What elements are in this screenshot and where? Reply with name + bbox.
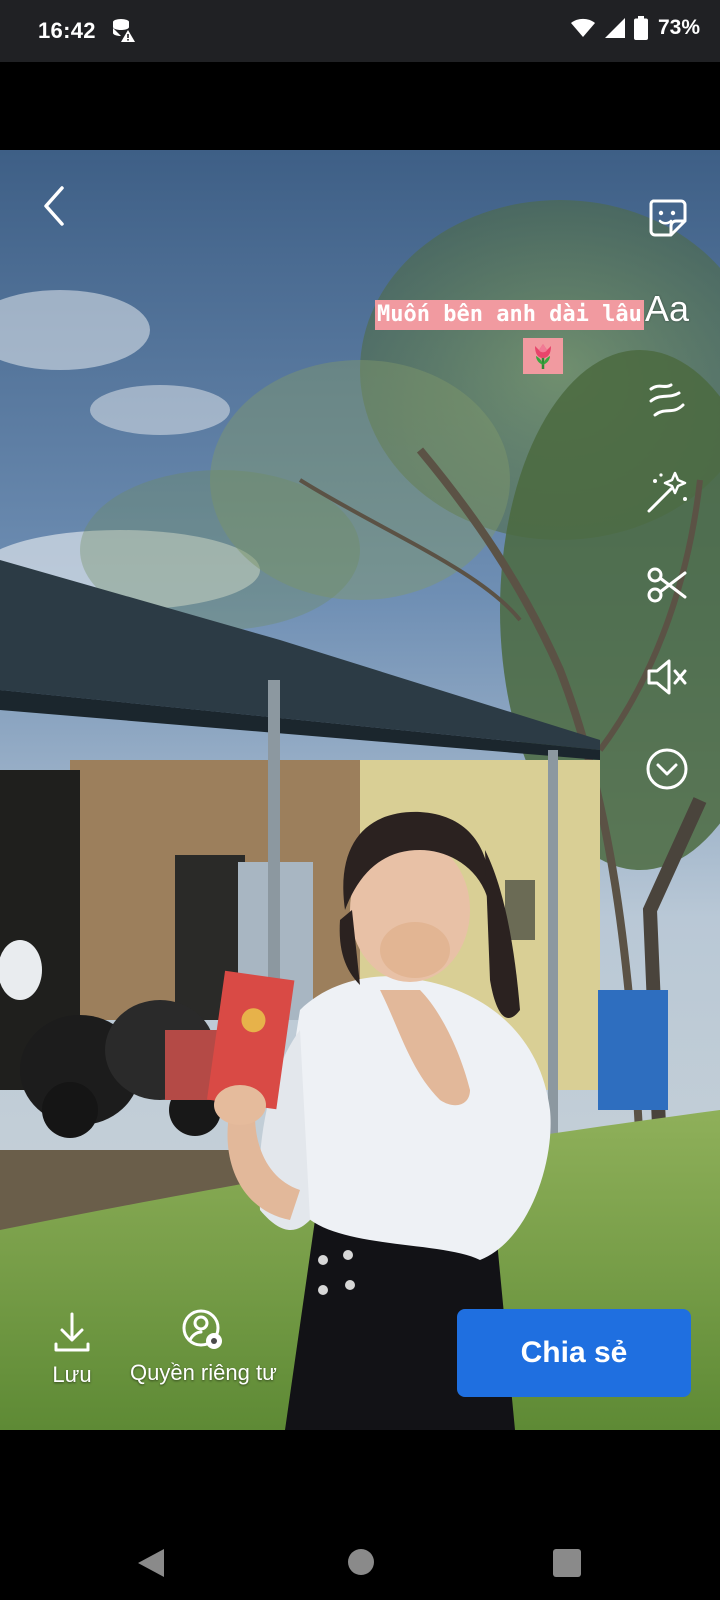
data-saver-warning-icon bbox=[113, 19, 135, 42]
magic-wand-icon bbox=[647, 471, 687, 513]
top-black-band bbox=[0, 62, 720, 150]
home-circle-icon[interactable] bbox=[347, 1548, 375, 1576]
save-button[interactable]: Lưu bbox=[52, 1310, 92, 1388]
battery-percent: 73% bbox=[657, 16, 700, 39]
status-right: 73% bbox=[570, 16, 700, 40]
save-label: Lưu bbox=[52, 1362, 92, 1387]
privacy-button[interactable]: Quyền riêng tư bbox=[130, 1308, 277, 1386]
back-triangle-icon[interactable] bbox=[136, 1547, 166, 1579]
effects-tool[interactable] bbox=[640, 374, 694, 428]
status-bar: 16:42 73% bbox=[0, 0, 720, 62]
more-chevron-icon bbox=[646, 748, 688, 790]
share-button[interactable]: Chia sẻ bbox=[457, 1309, 691, 1397]
sound-off-icon bbox=[647, 659, 687, 695]
wifi-icon bbox=[570, 18, 595, 37]
caption-text: Muốn bên anh dài lâu bbox=[375, 300, 644, 330]
download-icon bbox=[54, 1312, 90, 1352]
trim-tool[interactable] bbox=[640, 558, 694, 612]
privacy-label: Quyền riêng tư bbox=[130, 1360, 277, 1385]
photo-scene bbox=[0, 150, 720, 1430]
scissors-icon bbox=[647, 567, 687, 603]
privacy-settings-icon bbox=[182, 1309, 223, 1349]
caption-emoji bbox=[523, 338, 563, 374]
story-photo bbox=[0, 150, 720, 1430]
signal-icon bbox=[604, 18, 625, 38]
sound-tool[interactable] bbox=[640, 650, 694, 704]
effects-squiggle-icon bbox=[649, 383, 685, 417]
battery-icon bbox=[633, 16, 648, 40]
back-icon[interactable] bbox=[34, 182, 74, 230]
magic-tool[interactable] bbox=[640, 466, 694, 520]
tulip-icon bbox=[535, 344, 551, 369]
more-tool[interactable] bbox=[640, 742, 694, 796]
text-tool-label: Aa bbox=[644, 288, 690, 329]
status-time: 16:42 bbox=[38, 18, 96, 43]
sticker-tool[interactable] bbox=[640, 190, 694, 244]
recents-square-icon[interactable] bbox=[553, 1549, 581, 1577]
text-tool[interactable]: Aa bbox=[640, 282, 694, 336]
sticker-icon bbox=[649, 199, 687, 237]
